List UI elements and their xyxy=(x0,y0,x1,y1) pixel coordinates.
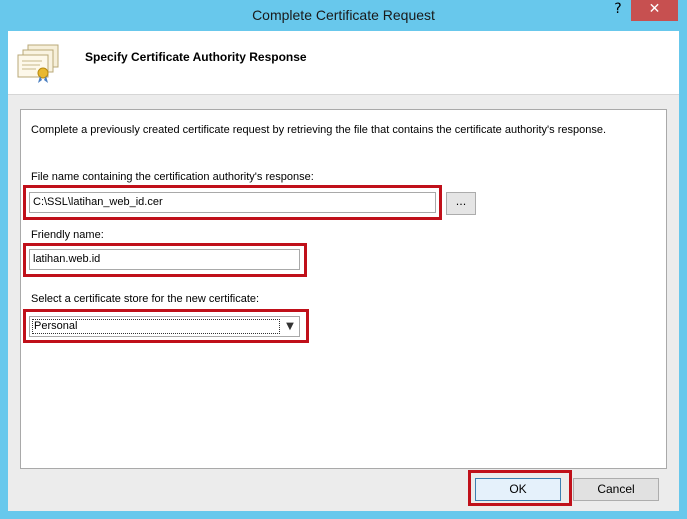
description-text: Complete a previously created certificat… xyxy=(31,124,607,136)
browse-button[interactable]: ... xyxy=(446,192,476,215)
highlight-ok-button xyxy=(468,470,572,506)
certificate-icon xyxy=(17,44,59,83)
content-panel: Complete a previously created certificat… xyxy=(20,109,667,469)
highlight-certificate-store xyxy=(23,309,309,343)
file-name-label: File name containing the certification a… xyxy=(31,171,314,183)
page-title: Specify Certificate Authority Response xyxy=(85,50,307,64)
cancel-button[interactable]: Cancel xyxy=(573,478,659,501)
close-button[interactable]: ✕ xyxy=(631,0,678,21)
highlight-file-name xyxy=(23,185,442,220)
dialog-window: Complete Certificate Request ? ✕ Specify… xyxy=(0,0,687,519)
title-bar[interactable]: Complete Certificate Request ? ✕ xyxy=(0,0,687,31)
friendly-name-label: Friendly name: xyxy=(31,229,104,241)
highlight-friendly-name xyxy=(23,243,307,277)
dialog-client-area: Specify Certificate Authority Response C… xyxy=(8,31,679,511)
wizard-header: Specify Certificate Authority Response xyxy=(8,31,679,95)
window-title: Complete Certificate Request xyxy=(252,7,435,23)
help-button[interactable]: ? xyxy=(605,0,631,21)
certificate-store-label: Select a certificate store for the new c… xyxy=(31,293,260,305)
